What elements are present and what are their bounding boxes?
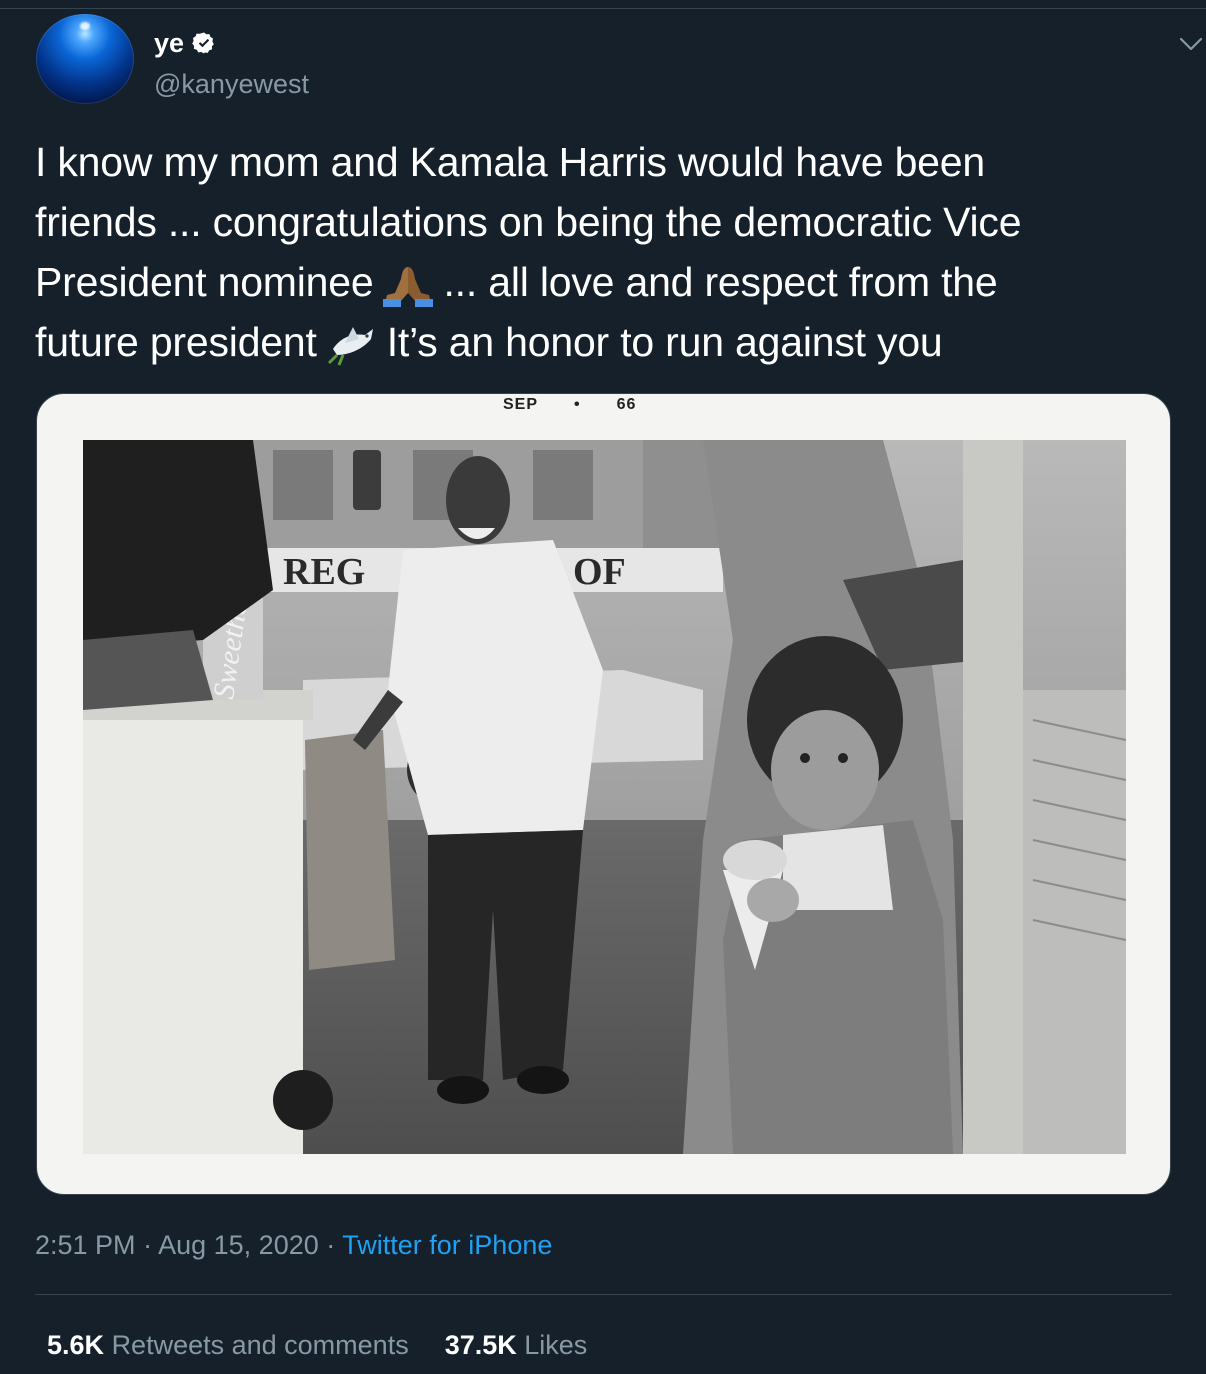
tweet-text-line: President nominee ... all love and respe… bbox=[35, 252, 1175, 312]
tweet-text-segment: It’s an honor to run against you bbox=[386, 319, 943, 365]
dove-icon bbox=[327, 327, 373, 366]
tweet-text-segment: future president bbox=[35, 319, 317, 365]
tweet-photo[interactable]: SEP • 66 REG OF Sweethe bbox=[36, 393, 1171, 1195]
folded-hands-icon bbox=[383, 267, 434, 308]
tweet-text-segment: ... all love and respect from the bbox=[443, 259, 998, 305]
tweet-text-line: I know my mom and Kamala Harris would ha… bbox=[35, 139, 985, 185]
photo-stamp-month: SEP bbox=[503, 396, 539, 413]
likes-stat[interactable]: 37.5K Likes bbox=[445, 1330, 588, 1360]
tweet-time[interactable]: 2:51 PM bbox=[35, 1230, 136, 1260]
avatar[interactable] bbox=[36, 14, 134, 104]
verified-badge-icon bbox=[192, 32, 214, 54]
tweet-source-link[interactable]: Twitter for iPhone bbox=[342, 1230, 552, 1260]
meta-separator: · bbox=[143, 1230, 153, 1260]
author-handle[interactable]: @kanyewest bbox=[154, 68, 309, 100]
meta-separator: · bbox=[326, 1230, 336, 1260]
photo-sign-right: OF bbox=[573, 551, 626, 593]
tweet-text-line: future president It’s an honor to run ag… bbox=[35, 312, 1175, 372]
top-border bbox=[0, 0, 1206, 9]
divider bbox=[35, 1294, 1172, 1295]
photo-scene: REG OF Sweethe bbox=[83, 440, 1126, 1154]
retweets-label: Retweets and comments bbox=[111, 1330, 409, 1360]
tweet-header: ye @kanyewest bbox=[36, 14, 1203, 106]
author-name-row[interactable]: ye bbox=[154, 28, 216, 58]
photo-date-stamp: SEP • 66 bbox=[503, 396, 637, 413]
tweet-stats: 5.6K Retweets and comments 37.5K Likes bbox=[47, 1328, 587, 1362]
tweet-meta: 2:51 PM · Aug 15, 2020 · Twitter for iPh… bbox=[35, 1228, 552, 1262]
retweets-stat[interactable]: 5.6K Retweets and comments bbox=[47, 1330, 409, 1360]
display-name[interactable]: ye bbox=[154, 28, 184, 58]
photo-image: REG OF Sweethe bbox=[83, 440, 1126, 1154]
chevron-down-icon[interactable] bbox=[1176, 28, 1206, 58]
tweet-text-line: friends ... congratulations on being the… bbox=[35, 199, 1022, 245]
tweet-date[interactable]: Aug 15, 2020 bbox=[158, 1230, 319, 1260]
likes-count: 37.5K bbox=[444, 1330, 517, 1360]
tweet-text: I know my mom and Kamala Harris would ha… bbox=[35, 132, 1175, 372]
retweets-count: 5.6K bbox=[47, 1330, 105, 1360]
photo-sign-left: REG bbox=[283, 551, 365, 593]
tweet-text-segment: President nominee bbox=[35, 259, 374, 305]
likes-label: Likes bbox=[524, 1330, 588, 1360]
photo-stamp-year: 66 bbox=[616, 396, 637, 413]
